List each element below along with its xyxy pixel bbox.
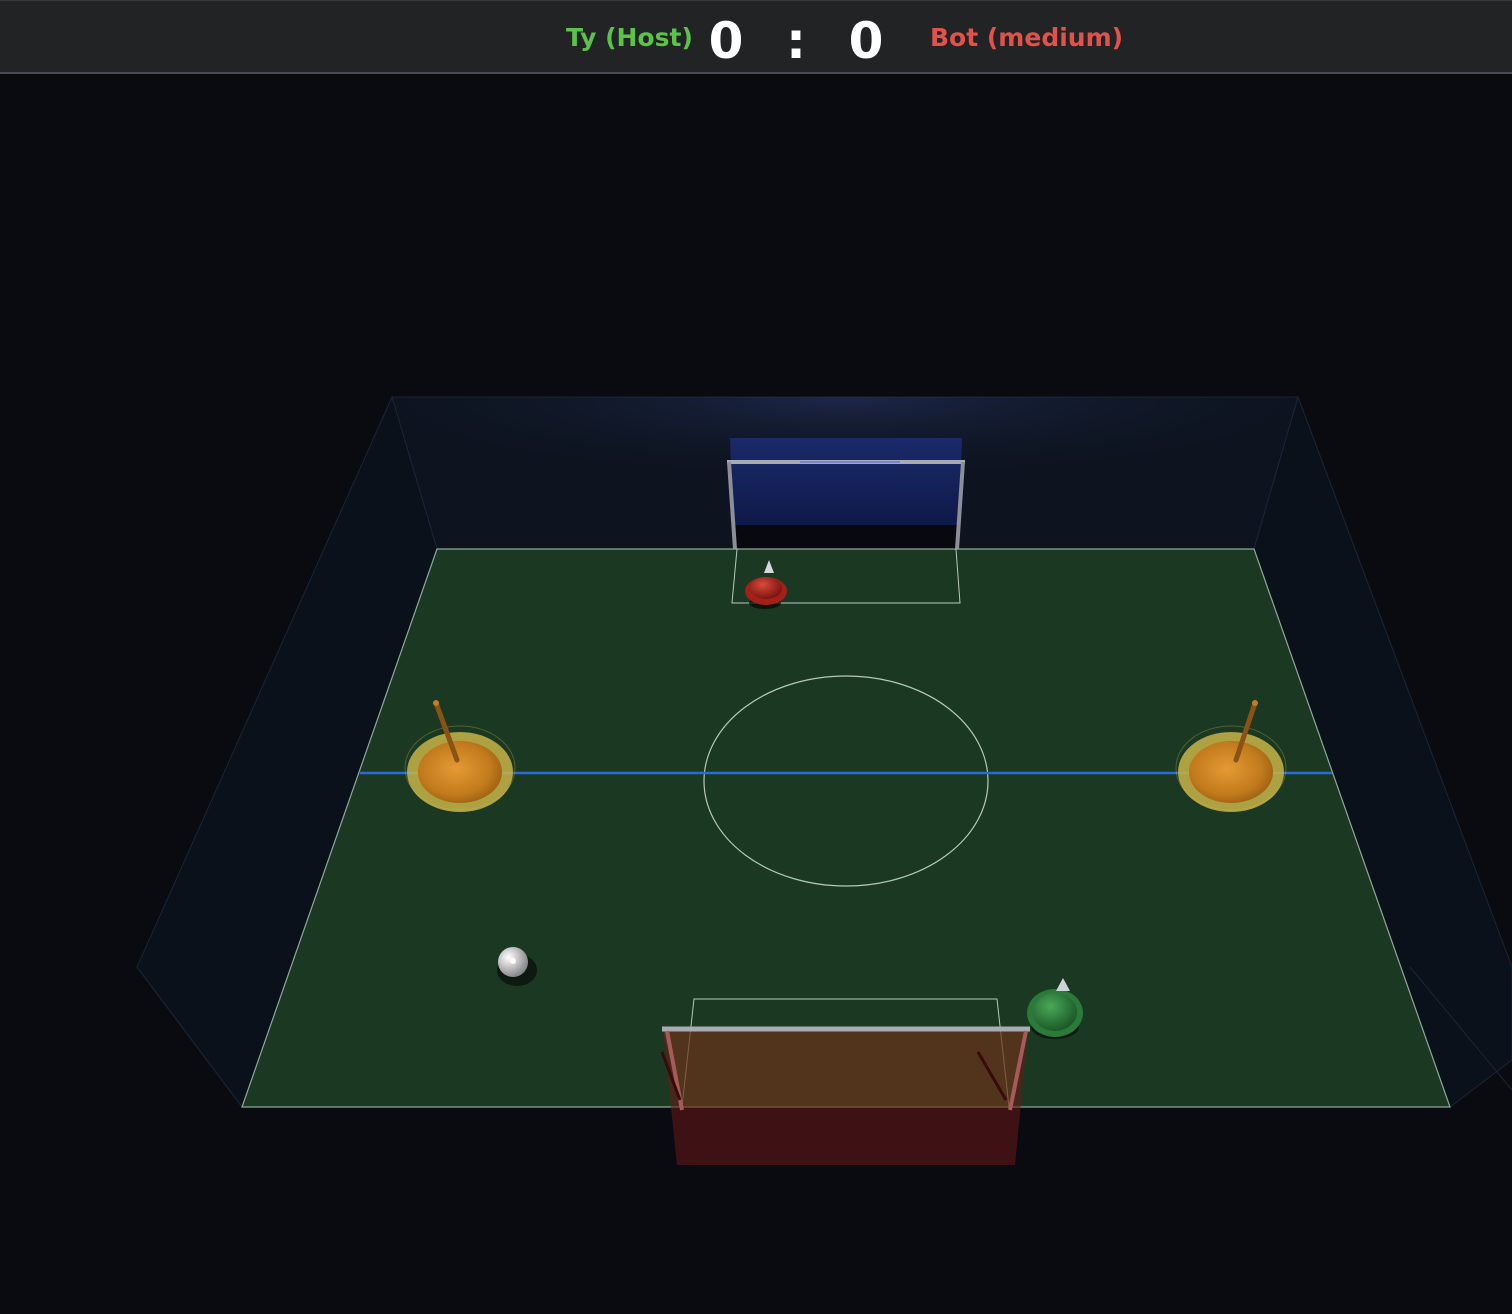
game-canvas[interactable] [0,76,1512,1314]
far-goal [727,438,965,550]
pitch [241,548,1451,1108]
score-separator: : [786,12,806,70]
scoreboard: Ty (Host) 0 : 0 Bot (medium) [0,0,1512,74]
near-goal [660,1026,1030,1165]
host-score: 0 [708,12,744,70]
bot-player-name: Bot (medium) [930,23,1124,52]
bot-score: 0 [848,12,884,70]
host-player-name: Ty (Host) [566,23,693,52]
